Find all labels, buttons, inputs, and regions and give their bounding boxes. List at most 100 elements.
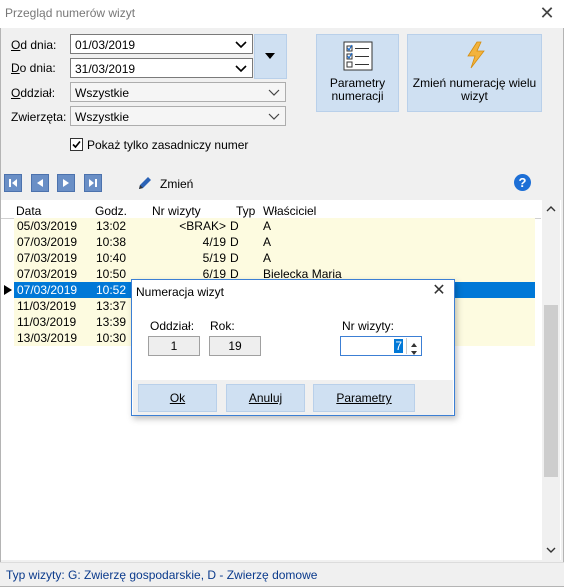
ok-label: Ok (169, 391, 186, 405)
parametry-label: Parametry (336, 391, 392, 405)
next-icon (63, 179, 69, 187)
header-wlasciciel[interactable]: Właściciel (263, 204, 316, 218)
help-icon[interactable]: ? (514, 174, 531, 191)
zmien-button[interactable]: Zmień (137, 175, 217, 193)
chevron-down-icon (235, 41, 247, 49)
dialog-oddzial-field: 1 (148, 336, 200, 356)
cell-owner: A (263, 251, 272, 265)
od-dnia-value: 01/03/2019 (75, 38, 136, 52)
oddzial-select[interactable]: Wszystkie (70, 82, 286, 102)
chevron-down-icon (235, 65, 247, 73)
scroll-down-icon[interactable] (545, 545, 557, 555)
cell-time: 13:37 (96, 299, 127, 313)
status-text: Typ wizyty: G: Zwierzę gospodarskie, D -… (6, 568, 318, 582)
table-row[interactable]: 07/03/2019 10:40 5/19 D A (14, 250, 535, 266)
parametry-numeracji-button[interactable]: Parametry numeracji (316, 34, 399, 112)
parametry-button[interactable]: Parametry (313, 384, 415, 412)
caret-down-icon (265, 53, 275, 59)
table-row[interactable]: 07/03/2019 10:38 4/19 D A (14, 234, 535, 250)
spin-down-button[interactable] (406, 346, 420, 355)
zwierzeta-label: Zwierzęta: (11, 110, 67, 124)
table-header: Data Godz. Nr wizyty Typ Właściciel (1, 202, 541, 218)
zwierzeta-select[interactable]: Wszystkie (70, 106, 286, 126)
oddzial-label-text: Oddział: (11, 86, 55, 100)
dialog-close-icon[interactable]: ✕ (430, 282, 448, 300)
zasadniczy-checkbox[interactable] (70, 138, 83, 151)
chevron-down-icon (268, 89, 280, 96)
header-nr-wizyty[interactable]: Nr wizyty (152, 204, 201, 218)
zasadniczy-checkbox-label[interactable]: Pokaż tylko zasadniczy numer (87, 138, 248, 152)
oddzial-label: Oddział: (11, 86, 55, 100)
zmien-label: Zmień (160, 177, 194, 191)
zmien-numeracje-button[interactable]: Zmień numerację wielu wizyt (407, 34, 542, 112)
zwierzeta-value: Wszystkie (75, 110, 129, 124)
cell-time: 10:52 (96, 283, 127, 297)
cell-nr: 5/19 (202, 251, 226, 265)
header-godz[interactable]: Godz. (95, 204, 127, 218)
spin-up-button[interactable] (406, 338, 420, 347)
do-dnia-label-text: o dnia: (19, 61, 56, 75)
row-indicator-icon (4, 285, 12, 295)
table-row[interactable]: 05/03/2019 13:02 <BRAK> D A (14, 218, 535, 234)
cell-date: 07/03/2019 (17, 267, 78, 281)
zmien-numeracje-line1: Zmień numerację wielu (412, 76, 537, 90)
cell-date: 07/03/2019 (17, 251, 78, 265)
spin-down-icon (411, 351, 417, 355)
header-typ[interactable]: Typ (236, 204, 255, 218)
previous-icon (37, 179, 43, 187)
header-data[interactable]: Data (16, 204, 41, 218)
oddzial-label-accel: O (11, 86, 21, 100)
ok-button[interactable]: Ok (138, 384, 217, 412)
od-dnia-date-picker[interactable]: 01/03/2019 (70, 34, 253, 54)
anuluj-button[interactable]: Anuluj (226, 384, 305, 412)
cell-time: 10:38 (96, 235, 127, 249)
nr-wizyty-value[interactable]: 7 (394, 339, 403, 353)
cell-time: 10:50 (96, 267, 127, 281)
cell-typ: D (230, 235, 239, 249)
zmien-numeracje-line2: wizyt (461, 89, 488, 103)
cell-time: 10:30 (96, 331, 127, 345)
cell-nr: 4/19 (202, 235, 226, 249)
first-icon (9, 179, 17, 187)
cell-time: 13:02 (96, 219, 127, 233)
cell-owner: A (263, 219, 272, 233)
cell-owner: A (263, 235, 272, 249)
cell-date: 07/03/2019 (17, 235, 78, 249)
nr-wizyty-spinner[interactable]: 7 (340, 336, 422, 356)
cell-time: 13:39 (96, 315, 127, 329)
scroll-up-icon[interactable] (545, 204, 557, 214)
checklist-icon (343, 41, 373, 71)
od-dnia-label-text: d dnia: (20, 38, 57, 52)
dialog-oddzial-label: Oddział: (150, 319, 195, 333)
dialog-rok-label: Rok: (210, 319, 235, 333)
dialog-nr-wizyty-label: Nr wizyty: (342, 319, 394, 333)
dialog-rok-field: 19 (209, 336, 261, 356)
do-dnia-value: 31/03/2019 (75, 62, 136, 76)
numeracja-dialog: Numeracja wizyt ✕ Oddział: 1 Rok: 19 Nr … (131, 279, 455, 416)
cell-date: 11/03/2019 (17, 299, 77, 313)
parametry-line1: Parametry (329, 76, 386, 90)
cell-typ: D (230, 219, 239, 233)
date-range-dropdown-button[interactable] (254, 34, 287, 79)
first-record-button[interactable] (4, 174, 22, 192)
do-dnia-label: Do dnia: (11, 61, 56, 75)
pencil-icon (139, 177, 151, 189)
checkmark-icon (72, 140, 81, 149)
parametry-line2: numeracji (331, 89, 384, 103)
last-record-button[interactable] (84, 174, 102, 192)
cell-time: 10:40 (96, 251, 127, 265)
next-record-button[interactable] (57, 174, 75, 192)
anuluj-label: Anuluj (248, 391, 283, 405)
od-dnia-label: Od dnia: (11, 38, 57, 52)
oddzial-label-rest: ddział: (20, 86, 56, 100)
cell-date: 11/03/2019 (17, 315, 77, 329)
do-dnia-date-picker[interactable]: 31/03/2019 (70, 58, 253, 78)
previous-record-button[interactable] (31, 174, 49, 192)
close-icon[interactable]: ✕ (537, 3, 557, 23)
cell-date: 07/03/2019 (17, 283, 78, 297)
cell-date: 13/03/2019 (17, 331, 78, 345)
chevron-down-icon (268, 113, 280, 120)
cell-nr: <BRAK> (179, 219, 226, 233)
dialog-title: Numeracja wizyt (136, 285, 225, 299)
scrollbar-thumb[interactable] (544, 305, 558, 477)
